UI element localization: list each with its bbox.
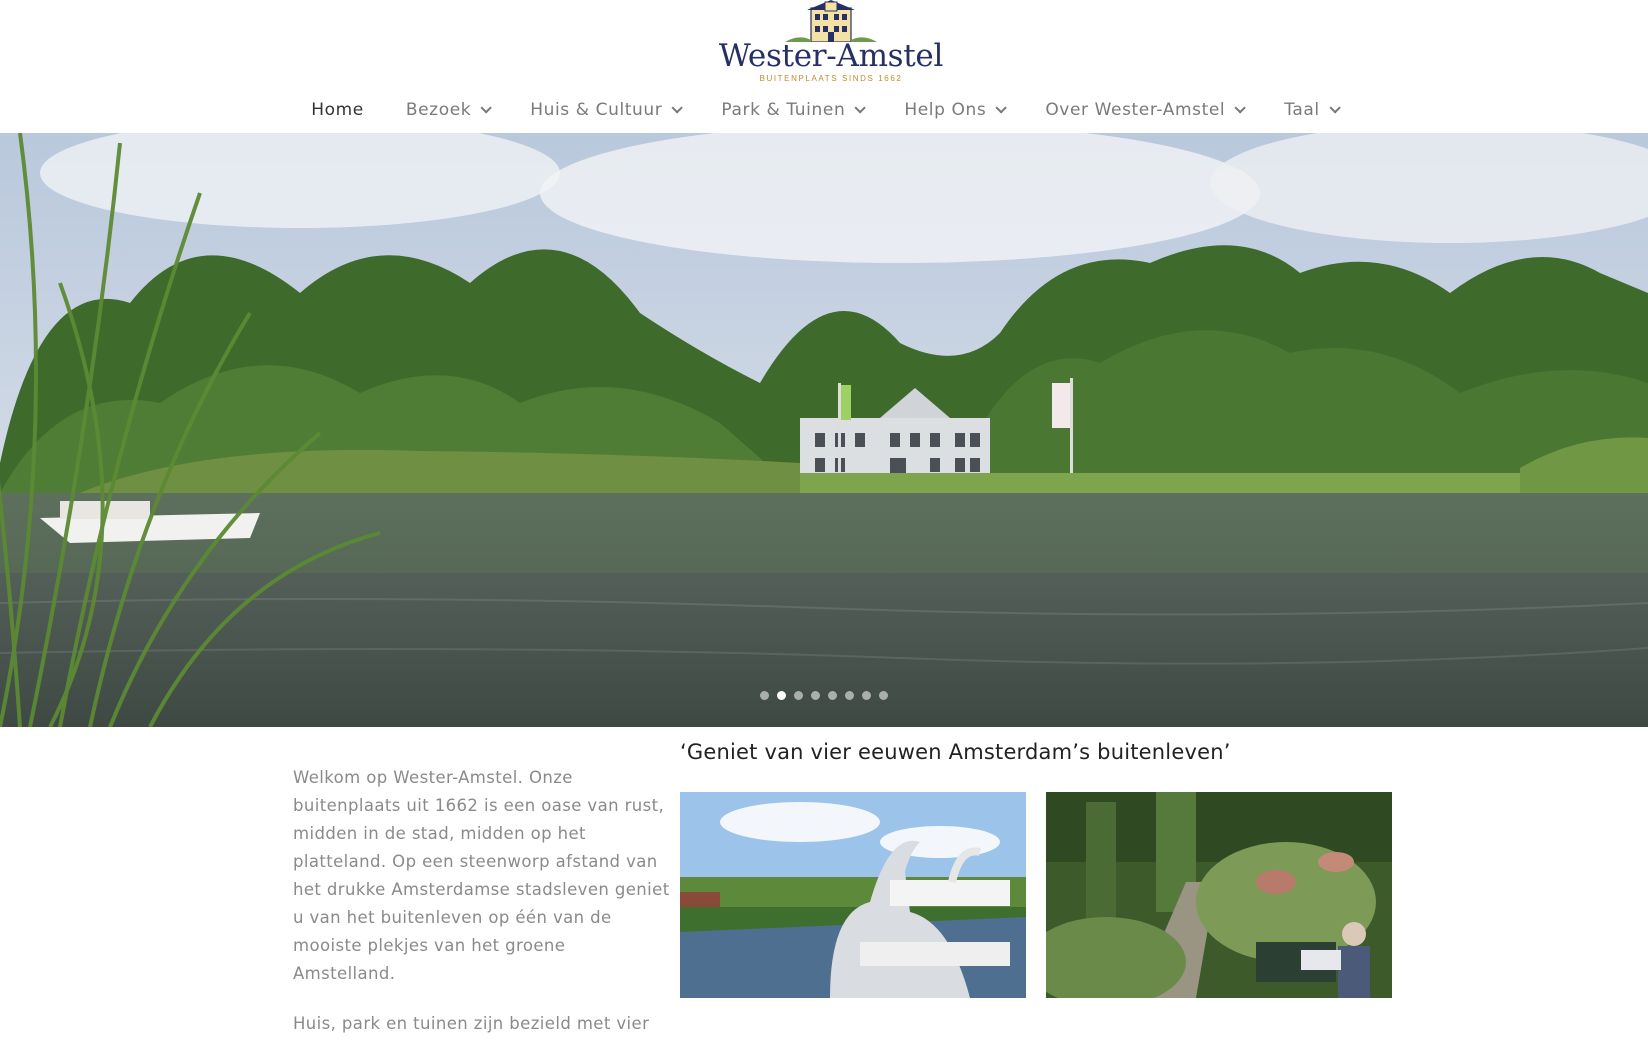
site-logo[interactable]: Wester-Amstel BUITENPLAATS SINDS 1662: [676, 0, 986, 88]
manor-house-icon: [785, 0, 877, 42]
chevron-down-icon: [854, 102, 867, 114]
garden-photo[interactable]: [1046, 792, 1392, 998]
swan-bench-image: [680, 792, 1026, 998]
slider-dot[interactable]: [811, 691, 820, 700]
nav-item-label: Huis & Cultuur: [530, 100, 663, 120]
nav-item-help-ons[interactable]: Help Ons: [904, 100, 1008, 120]
slider-dot[interactable]: [845, 691, 854, 700]
chevron-down-icon: [1329, 102, 1341, 114]
hero-image: [0, 133, 1648, 727]
nav-item-huis-cultuur[interactable]: Huis & Cultuur: [530, 100, 684, 120]
slider-dot[interactable]: [828, 691, 837, 700]
logo-wordmark: Wester-Amstel: [718, 38, 944, 74]
nav-item-label: Bezoek: [405, 100, 472, 120]
nav-item-park-tuinen[interactable]: Park & Tuinen: [721, 100, 867, 120]
slider-dot[interactable]: [760, 691, 769, 700]
nav-item-taal[interactable]: Taal: [1284, 100, 1341, 120]
logo-tagline: BUITENPLAATS SINDS 1662: [759, 74, 903, 83]
intro-paragraph: Welkom op Wester-Amstel. Onze buitenplaa…: [293, 768, 670, 983]
chevron-down-icon: [480, 102, 492, 114]
swan-bench-photo[interactable]: [680, 792, 1026, 998]
nav-item-bezoek[interactable]: Bezoek: [405, 100, 492, 120]
nav-item-label: Over Wester-Amstel: [1045, 100, 1226, 120]
nav-item-label: Taal: [1284, 100, 1320, 120]
intro-paragraph: Huis, park en tuinen zijn bezield met vi…: [293, 1014, 650, 1033]
slider-pagination: [0, 691, 1648, 700]
chevron-down-icon: [995, 102, 1008, 114]
garden-image: [1046, 792, 1392, 998]
chevron-down-icon: [1234, 102, 1246, 114]
nav-item-label: Park & Tuinen: [721, 100, 846, 120]
slider-dot[interactable]: [879, 691, 888, 700]
slider-dot[interactable]: [862, 691, 871, 700]
main-navigation: Home Bezoek Huis & Cultuur Park & Tuinen…: [0, 92, 1648, 128]
nav-item-home[interactable]: Home: [311, 100, 364, 120]
page-headline: ‘Geniet van vier eeuwen Amsterdam’s buit…: [680, 740, 1231, 764]
nav-item-over-wester-amstel[interactable]: Over Wester-Amstel: [1045, 100, 1246, 120]
slider-dot-active[interactable]: [777, 691, 786, 700]
intro-text: Welkom op Wester-Amstel. Onze buitenplaa…: [293, 764, 673, 1060]
hero-slider[interactable]: [0, 133, 1648, 727]
nav-item-label: Home: [311, 100, 364, 120]
slider-dot[interactable]: [794, 691, 803, 700]
chevron-down-icon: [671, 102, 684, 114]
nav-item-label: Help Ons: [904, 100, 987, 120]
